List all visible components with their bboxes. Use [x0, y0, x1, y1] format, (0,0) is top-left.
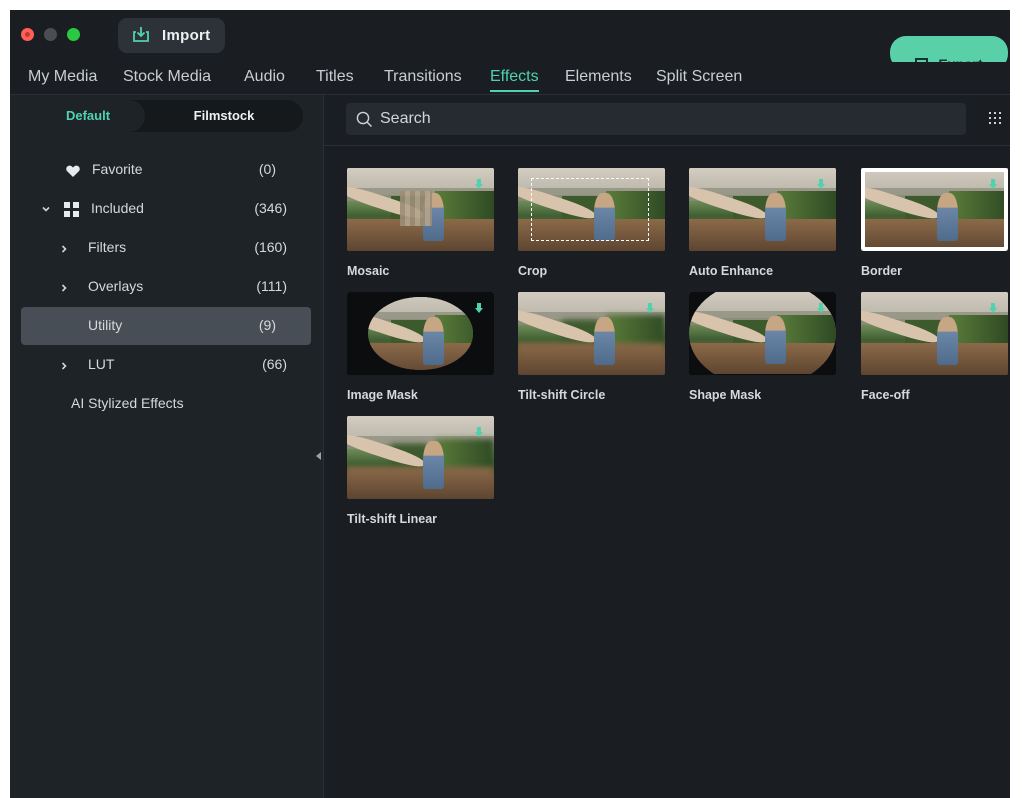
tab-effects[interactable]: Effects: [490, 68, 539, 92]
sidebar-item-label: AI Stylized Effects: [71, 395, 184, 411]
sidebar-item-filters[interactable]: Filters (160): [21, 229, 311, 267]
effect-card-face-off[interactable]: Face-off: [861, 292, 1008, 402]
download-icon[interactable]: [475, 303, 483, 315]
search-input[interactable]: Search: [346, 103, 966, 135]
effect-card-border[interactable]: Border: [861, 168, 1008, 278]
effect-thumbnail: [347, 292, 494, 375]
search-placeholder: Search: [380, 110, 431, 127]
sidebar-item-overlays[interactable]: Overlays (111): [21, 268, 311, 306]
effect-card-mosaic[interactable]: Mosaic: [347, 168, 494, 278]
effect-thumbnail: [518, 168, 665, 251]
library-tabs: My Media Stock Media Audio Titles Transi…: [10, 62, 1010, 96]
import-label: Import: [162, 27, 211, 44]
effect-card-image-mask[interactable]: Image Mask: [347, 292, 494, 402]
collapse-sidebar-handle[interactable]: [316, 452, 321, 460]
effect-card-tilt-shift-linear[interactable]: Tilt-shift Linear: [347, 416, 494, 526]
effect-name: Crop: [518, 264, 548, 278]
effect-card-auto-enhance[interactable]: Auto Enhance: [689, 168, 836, 278]
sidebar-item-label: Utility: [88, 317, 123, 333]
sidebar-item-label: Filters: [88, 239, 127, 255]
effect-name: Image Mask: [347, 388, 418, 402]
tab-audio[interactable]: Audio: [244, 68, 285, 86]
grid-icon: [64, 202, 79, 217]
effect-name: Mosaic: [347, 264, 390, 278]
tab-titles[interactable]: Titles: [316, 68, 354, 86]
sidebar-item-count: (66): [262, 356, 287, 372]
download-icon[interactable]: [646, 303, 654, 315]
sidebar-item-favorite[interactable]: Favorite (0): [21, 151, 311, 189]
tab-stock-media[interactable]: Stock Media: [123, 68, 211, 86]
sidebar-item-count: (111): [256, 278, 287, 294]
sidebar-item-count: (160): [254, 239, 287, 255]
sidebar-item-utility[interactable]: Utility (9): [21, 307, 311, 345]
effect-name: Tilt-shift Linear: [347, 512, 438, 526]
sidebar-item-included[interactable]: Included (346): [21, 190, 311, 228]
tab-my-media[interactable]: My Media: [28, 68, 97, 86]
sidebar-item-label: LUT: [88, 356, 115, 372]
effect-thumbnail: [861, 168, 1008, 251]
effect-name: Tilt-shift Circle: [518, 388, 606, 402]
download-icon[interactable]: [817, 179, 825, 191]
effect-thumbnail: [518, 292, 665, 375]
import-icon: [132, 25, 150, 47]
heart-icon: [66, 164, 80, 180]
view-options-icon[interactable]: [986, 109, 1004, 127]
sidebar-item-count: (9): [258, 317, 276, 333]
download-icon[interactable]: [475, 427, 483, 439]
chevron-right-icon: [59, 358, 69, 374]
sidebar-item-label: Included: [91, 200, 144, 216]
effect-thumbnail: [861, 292, 1008, 375]
effect-thumbnail: [347, 416, 494, 499]
effect-thumbnail: [689, 292, 836, 375]
download-icon[interactable]: [817, 303, 825, 315]
maximize-window-button[interactable]: [67, 28, 80, 41]
chevron-down-icon: [41, 201, 51, 217]
effect-name: Shape Mask: [689, 388, 762, 402]
chevron-right-icon: [59, 280, 69, 296]
sidebar-item-lut[interactable]: LUT (66): [21, 346, 311, 384]
search-icon: [356, 111, 372, 127]
sidebar-item-label: Favorite: [92, 161, 143, 177]
close-window-button[interactable]: [21, 28, 34, 41]
tab-transitions[interactable]: Transitions: [384, 68, 462, 86]
chevron-right-icon: [59, 241, 69, 257]
effects-panel: Search Mosaic Crop Auto Enhance Border I…: [324, 95, 1010, 798]
effect-card-shape-mask[interactable]: Shape Mask: [689, 292, 836, 402]
panel-divider: [324, 145, 1010, 146]
sidebar-item-ai-stylized-effects[interactable]: AI Stylized Effects: [21, 385, 311, 423]
effect-thumbnail: [347, 168, 494, 251]
effect-name: Auto Enhance: [689, 264, 774, 278]
download-icon[interactable]: [475, 179, 483, 191]
sidebar-item-count: (346): [254, 200, 287, 216]
minimize-window-button[interactable]: [44, 28, 57, 41]
tab-split-screen[interactable]: Split Screen: [656, 68, 742, 86]
segment-default[interactable]: Default: [31, 100, 145, 132]
effect-name: Face-off: [861, 388, 910, 402]
import-button[interactable]: Import: [118, 18, 225, 53]
effect-card-tilt-shift-circle[interactable]: Tilt-shift Circle: [518, 292, 665, 402]
effect-name: Border: [861, 264, 902, 278]
effects-sidebar: Default Filmstock Favorite (0) Included …: [10, 95, 324, 798]
effect-card-crop[interactable]: Crop: [518, 168, 665, 278]
sidebar-item-count: (0): [258, 161, 276, 177]
tab-elements[interactable]: Elements: [565, 68, 632, 86]
segment-filmstock[interactable]: Filmstock: [145, 100, 303, 132]
title-bar: Import Export: [10, 10, 1010, 72]
download-icon[interactable]: [989, 303, 997, 315]
source-segmented-control: Default Filmstock: [31, 100, 303, 132]
effect-thumbnail: [689, 168, 836, 251]
sidebar-item-label: Overlays: [88, 278, 144, 294]
app-window: Import Export My Media Stock Media Audio…: [10, 10, 1010, 798]
